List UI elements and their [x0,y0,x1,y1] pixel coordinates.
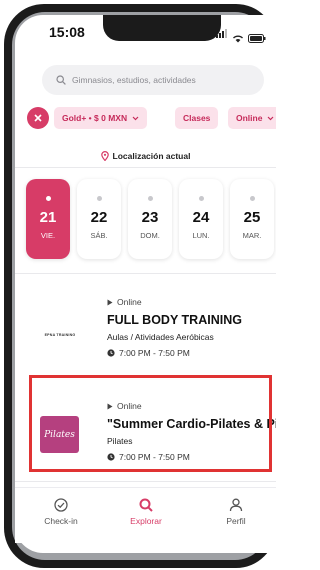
day-25[interactable]: 25 MAR. [230,179,274,259]
day-number: 24 [192,209,210,226]
class-time: 7:00 PM - 7:50 PM [107,348,190,358]
studio-logo-text: Pilates [44,429,75,440]
tab-profile[interactable]: Perfil [206,498,266,526]
search-icon [56,75,66,85]
availability-dot [249,196,255,201]
class-card[interactable]: Pilates Online "Summer Cardio-Pilates & … [15,401,276,487]
class-mode-label: Online [117,297,142,307]
day-24[interactable]: 24 LUN. [179,179,223,259]
section-divider [15,167,276,168]
day-of-week: LUN. [192,231,210,240]
classes-filter-chip[interactable]: Clases [175,107,219,129]
clock-icon [107,349,115,357]
user-icon [229,498,243,512]
studio-logo: EPNA TRAINING [40,315,80,355]
search-input[interactable]: Gimnasios, estudios, actividades [42,65,264,95]
classes-filter-label: Clases [183,113,211,123]
search-icon [139,498,153,512]
location-selector[interactable]: Localización actual [15,151,276,161]
tab-checkin-label: Check-in [44,516,78,526]
play-icon [107,403,113,409]
day-of-week: DOM. [140,231,160,240]
class-mode: Online [107,297,142,307]
device-notch [103,15,221,41]
tab-profile-label: Perfil [226,516,246,526]
online-filter-chip[interactable]: Online [228,107,276,129]
day-23[interactable]: 23 DOM. [128,179,172,259]
plan-filter-label: Gold+ • $ 0 MXN [62,113,128,123]
class-category: Pilates [107,436,133,446]
bottom-tab-bar: Check-in Explorar Perfil [15,487,276,543]
filter-bar: Gold+ • $ 0 MXN Clases Online [27,107,276,131]
location-label: Localización actual [112,151,191,161]
status-time: 15:08 [49,24,85,40]
class-card[interactable]: EPNA TRAINING Online FULL BODY TRAINING … [15,297,276,383]
availability-dot [147,196,153,201]
date-selector: 21 VIE. 22 SÁB. 23 DOM. 24 LUN. 25 MAR. [26,179,276,259]
wifi-icon [233,35,243,43]
availability-dot [198,196,204,201]
play-icon [107,299,113,305]
clear-filters-button[interactable] [27,107,49,129]
class-title: FULL BODY TRAINING [107,313,242,327]
location-pin-icon [100,151,109,161]
close-icon [34,114,42,122]
day-of-week: SÁB. [90,231,108,240]
day-number: 22 [90,209,108,226]
tab-explore-label: Explorar [130,516,162,526]
studio-logo: Pilates [40,416,79,453]
class-time-label: 7:00 PM - 7:50 PM [119,348,190,358]
class-time: 7:00 PM - 7:50 PM [107,452,190,462]
tab-checkin[interactable]: Check-in [31,498,91,526]
day-number: 21 [39,209,57,226]
online-filter-label: Online [236,113,263,123]
section-divider [15,481,276,482]
studio-logo-text: EPNA TRAINING [44,333,76,337]
day-of-week: VIE. [40,231,56,240]
battery-icon [248,34,266,43]
class-mode-label: Online [117,401,142,411]
class-title: "Summer Cardio-Pilates & Pil... [107,417,276,431]
class-time-label: 7:00 PM - 7:50 PM [119,452,190,462]
plan-filter-chip[interactable]: Gold+ • $ 0 MXN [54,107,148,129]
app-screen: 15:08 Gimnasios, estudios, actividades G… [15,15,276,553]
day-number: 23 [141,209,159,226]
day-of-week: MAR. [242,231,262,240]
tab-explore[interactable]: Explorar [116,498,176,526]
availability-dot [96,196,102,201]
day-22[interactable]: 22 SÁB. [77,179,121,259]
chevron-down-icon [268,116,274,120]
section-divider [15,273,276,274]
day-21[interactable]: 21 VIE. [26,179,70,259]
class-mode: Online [107,401,142,411]
day-number: 25 [243,209,261,226]
clock-icon [107,453,115,461]
status-icons [216,25,266,43]
availability-dot [45,196,51,201]
cellular-signal-icon [216,25,228,43]
chevron-down-icon [132,116,139,120]
check-circle-icon [54,498,68,512]
class-category: Aulas / Atividades Aeróbicas [107,332,214,342]
search-placeholder: Gimnasios, estudios, actividades [72,75,196,85]
